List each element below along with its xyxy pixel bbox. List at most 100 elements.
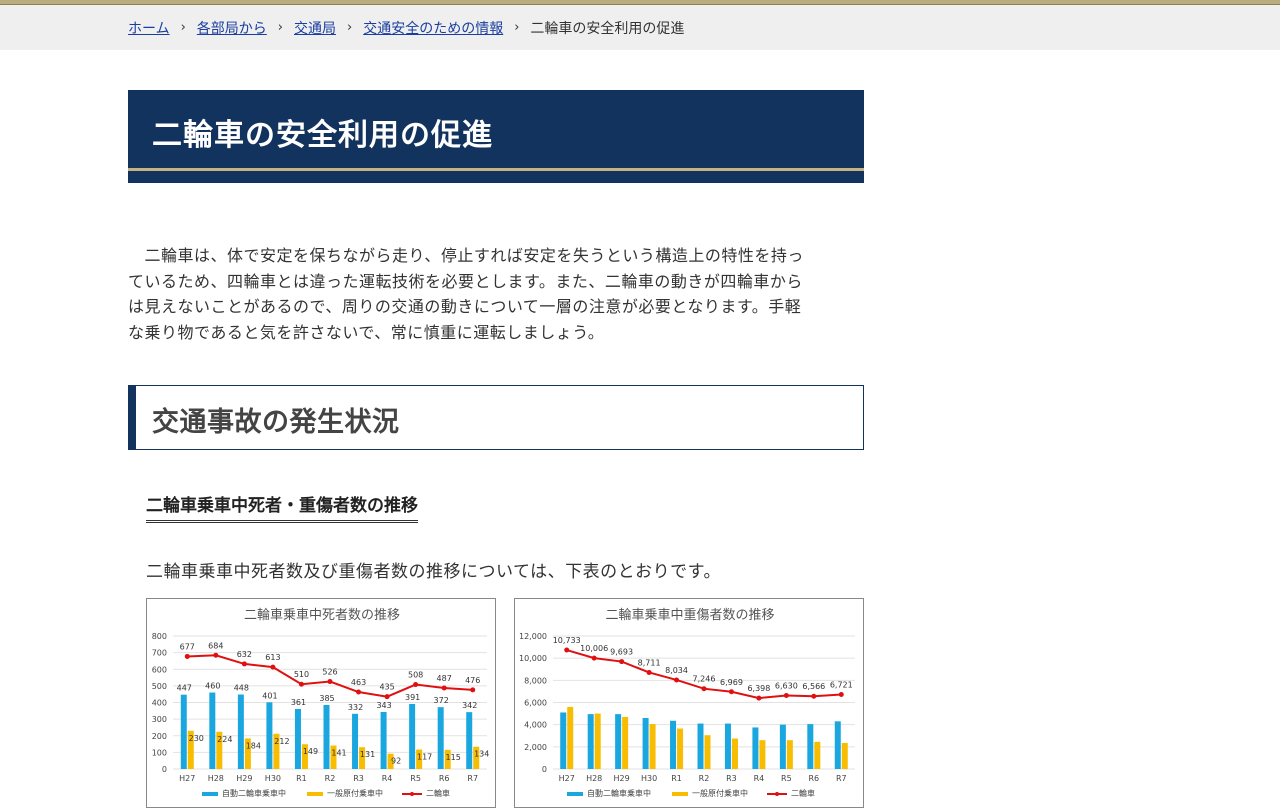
data-label: 6,630 bbox=[775, 682, 798, 691]
legend-swatch-motorcycle bbox=[567, 792, 583, 796]
chart-intro-sentence: 二輪車乗車中死者数及び重傷者数の推移については、下表のとおりです。 bbox=[146, 562, 721, 582]
intro-line: は見えないことがあるので、周りの交通の動きについて一層の注意が必要となります。手… bbox=[128, 297, 802, 316]
y-tick-label: 0 bbox=[542, 765, 547, 774]
point-total bbox=[564, 647, 570, 653]
bar-moped bbox=[594, 713, 601, 769]
data-label: 361 bbox=[291, 698, 306, 707]
x-tick-label: H27 bbox=[559, 774, 575, 783]
chevron-right-icon: › bbox=[347, 20, 353, 35]
chevron-right-icon: › bbox=[277, 20, 283, 35]
y-tick-label: 4,000 bbox=[524, 721, 547, 730]
bar-moped bbox=[704, 735, 711, 769]
data-label: 92 bbox=[391, 757, 401, 766]
data-label: 149 bbox=[303, 747, 318, 756]
bar-motorcycle bbox=[352, 713, 359, 769]
data-label: 343 bbox=[376, 701, 391, 710]
y-tick-label: 8,000 bbox=[524, 676, 547, 685]
data-label: 391 bbox=[405, 693, 420, 702]
legend-label: 一般原付乗車中 bbox=[692, 788, 748, 798]
page-title-banner: 二輪車の安全利用の促進 bbox=[128, 90, 864, 183]
point-total bbox=[413, 682, 419, 688]
point-total bbox=[756, 695, 762, 701]
bar-moped bbox=[759, 740, 766, 769]
bar-motorcycle bbox=[409, 703, 416, 769]
x-tick-label: H27 bbox=[179, 774, 195, 783]
y-tick-label: 100 bbox=[152, 748, 167, 757]
y-tick-label: 600 bbox=[152, 665, 167, 674]
intro-line: 二輪車は、体で安定を保ちながら走り、停止すれば安定を失うという構造上の特性を持っ bbox=[128, 246, 804, 265]
data-label: 463 bbox=[351, 678, 366, 687]
data-label: 230 bbox=[189, 734, 204, 743]
x-tick-label: H29 bbox=[236, 774, 252, 783]
bar-moped bbox=[567, 706, 574, 769]
x-tick-label: R3 bbox=[353, 774, 364, 783]
point-total bbox=[327, 679, 333, 685]
point-total bbox=[783, 693, 789, 699]
legend-swatch-moped bbox=[672, 792, 688, 796]
bar-moped bbox=[841, 742, 848, 769]
bar-motorcycle bbox=[670, 720, 677, 769]
x-tick-label: H28 bbox=[586, 774, 602, 783]
fatalities-chart: 二輪車乗車中死者数の推移 0 100 200 300 400 500 600 700 800 447… bbox=[146, 598, 496, 808]
x-tick-label: H30 bbox=[641, 774, 657, 783]
bar-motorcycle bbox=[752, 727, 759, 769]
bar-motorcycle bbox=[209, 692, 216, 769]
chart-title: 二輪車乗車中死者数の推移 bbox=[244, 607, 400, 623]
data-label: 115 bbox=[446, 753, 461, 762]
point-total bbox=[811, 693, 817, 699]
legend-swatch-motorcycle bbox=[202, 792, 218, 796]
legend-marker-total bbox=[775, 792, 779, 796]
data-label: 212 bbox=[274, 737, 289, 746]
bar-motorcycle bbox=[560, 712, 567, 769]
breadcrumb-link-transport-bureau[interactable]: 交通局 bbox=[294, 18, 336, 38]
x-tick-label: R5 bbox=[410, 774, 421, 783]
point-total bbox=[591, 655, 597, 661]
data-label: 526 bbox=[322, 668, 337, 677]
point-total bbox=[701, 686, 707, 692]
breadcrumb-link-departments[interactable]: 各部局から bbox=[197, 18, 267, 38]
point-total bbox=[470, 687, 476, 693]
serious-injuries-chart: 二輪車乗車中重傷者数の推移 0 2,000 4,000 6,000 8,000 10,000… bbox=[514, 598, 864, 808]
point-total bbox=[646, 669, 652, 675]
data-label: 613 bbox=[265, 653, 280, 662]
bar-moped bbox=[786, 740, 793, 769]
data-label: 385 bbox=[319, 694, 334, 703]
breadcrumb-current: 二輪車の安全利用の促進 bbox=[530, 20, 685, 37]
y-tick-label: 2,000 bbox=[524, 743, 547, 752]
x-tick-label: R7 bbox=[467, 774, 478, 783]
point-total bbox=[213, 652, 219, 658]
data-label: 131 bbox=[360, 750, 375, 759]
chevron-right-icon: › bbox=[180, 20, 186, 35]
y-tick-label: 0 bbox=[162, 765, 167, 774]
fatalities-chart-svg: 二輪車乗車中死者数の推移 0 100 200 300 400 500 600 700 800 447… bbox=[152, 607, 490, 798]
y-tick-label: 300 bbox=[152, 715, 167, 724]
x-tick-label: R3 bbox=[726, 774, 737, 783]
x-tick-label: H30 bbox=[265, 774, 281, 783]
x-tick-label: R2 bbox=[699, 774, 710, 783]
bar-moped bbox=[731, 738, 738, 769]
data-label: 510 bbox=[294, 670, 309, 679]
bar-motorcycle bbox=[807, 724, 814, 769]
breadcrumb-link-home[interactable]: ホーム bbox=[128, 18, 170, 38]
intro-line: ているため、四輪車とは違った運転技術を必要とします。また、二輪車の動きが四輪車か… bbox=[128, 271, 803, 291]
chevron-right-icon: › bbox=[514, 20, 520, 35]
point-total bbox=[184, 653, 190, 659]
bar-motorcycle bbox=[180, 694, 187, 769]
data-label: 141 bbox=[331, 749, 346, 758]
bar-motorcycle bbox=[642, 718, 649, 769]
bar-moped bbox=[649, 724, 656, 769]
bar-moped bbox=[814, 741, 821, 769]
x-tick-label: R1 bbox=[296, 774, 307, 783]
bar-motorcycle bbox=[294, 708, 301, 769]
data-label: 6,566 bbox=[802, 682, 825, 691]
data-label: 487 bbox=[437, 674, 452, 683]
data-label: 401 bbox=[262, 691, 277, 700]
legend-label: 二輪車 bbox=[791, 788, 815, 798]
x-tick-label: R5 bbox=[781, 774, 792, 783]
point-total bbox=[441, 685, 447, 691]
y-tick-label: 500 bbox=[152, 682, 167, 691]
legend-label: 自動二輪車乗車中 bbox=[587, 788, 651, 798]
breadcrumb-link-traffic-safety[interactable]: 交通安全のための情報 bbox=[363, 18, 503, 38]
y-tick-label: 400 bbox=[152, 699, 167, 708]
data-label: 684 bbox=[208, 641, 223, 650]
